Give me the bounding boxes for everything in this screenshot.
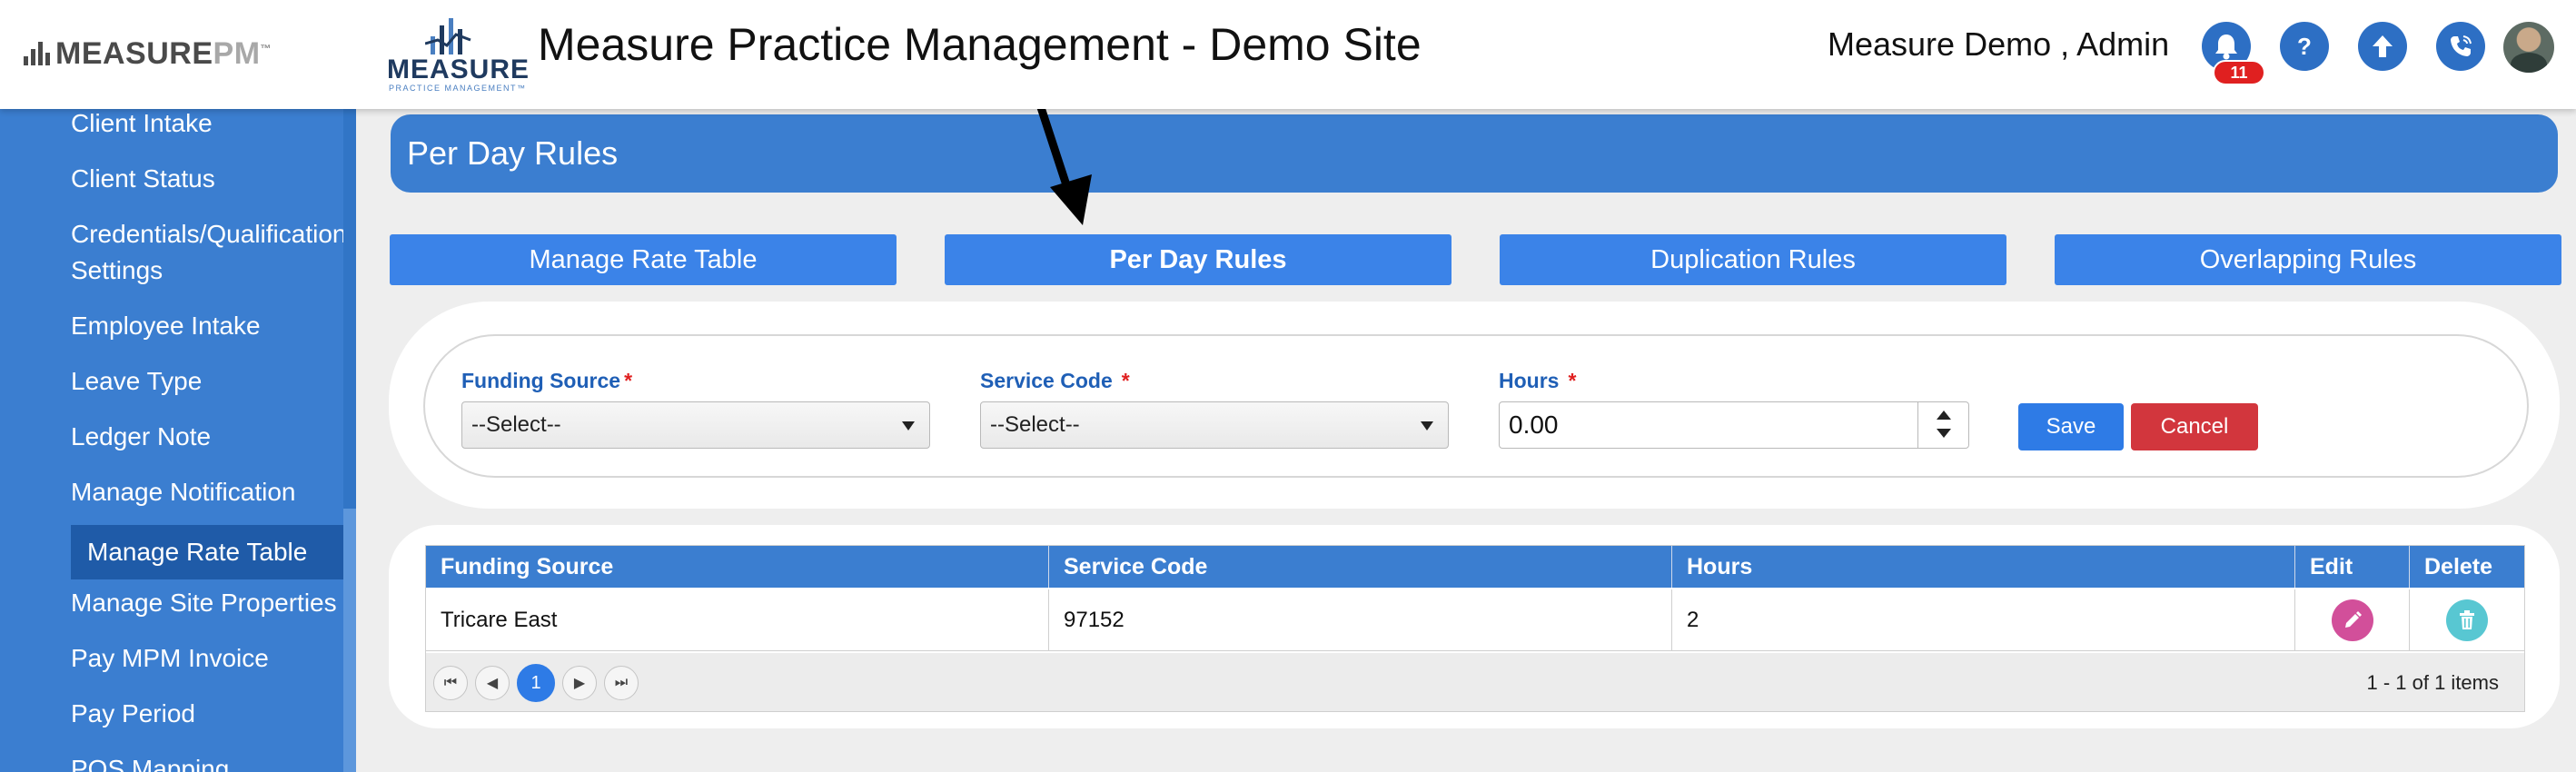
- sidebar-scrollbar-thumb[interactable]: [343, 509, 356, 772]
- sidebar-item-manage-rate-table[interactable]: Manage Rate Table: [71, 525, 343, 579]
- table-row[interactable]: Tricare East 97152 2: [426, 589, 2524, 651]
- save-button[interactable]: Save: [2018, 403, 2124, 450]
- cell-service-code: 97152: [1049, 589, 1672, 651]
- measure-logo: MEASURE PRACTICE MANAGEMENT™: [381, 13, 530, 94]
- app-title: Measure Practice Management - Demo Site: [538, 19, 1422, 70]
- service-code-label: Service Code *: [980, 369, 1130, 392]
- sidebar-scrollbar[interactable]: [343, 109, 356, 772]
- chevron-down-icon: [1421, 421, 1433, 431]
- column-header-delete: Delete: [2424, 553, 2493, 579]
- cell-hours: 2: [1672, 589, 2295, 651]
- last-page-icon[interactable]: ⏭: [604, 666, 639, 700]
- help-icon[interactable]: ?: [2280, 22, 2329, 71]
- column-header-hours[interactable]: Hours: [1672, 546, 2295, 588]
- tab-overlapping-rules[interactable]: Overlapping Rules: [2055, 234, 2561, 285]
- sidebar-item-client-status[interactable]: Client Status: [71, 161, 215, 198]
- cancel-button[interactable]: Cancel: [2131, 403, 2258, 450]
- brand-name: MEASUREPM™: [55, 35, 272, 71]
- tab-manage-rate-table[interactable]: Manage Rate Table: [390, 234, 897, 285]
- service-code-select[interactable]: --Select--: [980, 401, 1449, 449]
- phone-icon[interactable]: [2436, 22, 2485, 71]
- help-glyph: ?: [2297, 32, 2312, 60]
- prev-page-icon[interactable]: ◀: [475, 666, 510, 700]
- chevron-up-icon[interactable]: [1937, 411, 1951, 420]
- tab-per-day-rules[interactable]: Per Day Rules: [945, 234, 1451, 285]
- tab-duplication-rules[interactable]: Duplication Rules: [1500, 234, 2006, 285]
- chevron-down-icon: [902, 421, 915, 431]
- sidebar-item-leave-type[interactable]: Leave Type: [71, 363, 202, 401]
- service-code-value: --Select--: [990, 412, 1080, 437]
- required-mark: *: [624, 369, 633, 392]
- page-number-current[interactable]: 1: [517, 664, 555, 702]
- column-header-edit: Edit: [2295, 546, 2410, 588]
- upload-icon[interactable]: [2358, 22, 2407, 71]
- cell-delete: [2410, 589, 2524, 651]
- page-title: Per Day Rules: [391, 114, 2558, 193]
- sidebar-item-credentials-qualification[interactable]: Credentials/Qualification: [71, 216, 347, 253]
- trash-icon[interactable]: [2446, 599, 2488, 641]
- funding-source-value: --Select--: [471, 412, 561, 437]
- sidebar-item-pay-mpm-invoice[interactable]: Pay MPM Invoice: [71, 640, 269, 678]
- next-page-icon[interactable]: ▶: [562, 666, 597, 700]
- sidebar-item-manage-site-properties[interactable]: Manage Site Properties: [71, 585, 337, 622]
- hours-stepper[interactable]: [1917, 402, 1968, 448]
- sidebar-item-pos-mapping[interactable]: POS Mapping: [71, 751, 229, 772]
- top-header: MEASUREPM™ MEASURE PRACTICE MANAGEMENT™ …: [0, 0, 2576, 109]
- column-header-service-code[interactable]: Service Code: [1049, 546, 1672, 588]
- funding-source-label: Funding Source *: [461, 369, 633, 392]
- required-mark: *: [1121, 369, 1130, 392]
- column-header-funding-source[interactable]: Funding Source: [426, 546, 1049, 588]
- annotation-arrow-icon: [1031, 87, 1092, 225]
- sidebar-item-client-intake[interactable]: Client Intake: [71, 109, 213, 143]
- sidebar-item-manage-notification[interactable]: Manage Notification: [71, 474, 295, 511]
- sidebar-item-ledger-note[interactable]: Ledger Note: [71, 419, 211, 456]
- funding-source-select[interactable]: --Select--: [461, 401, 930, 449]
- pager-info: 1 - 1 of 1 items: [2366, 671, 2499, 694]
- user-name[interactable]: Measure Demo , Admin: [1828, 25, 2169, 64]
- sidebar-item-pay-period[interactable]: Pay Period: [71, 696, 195, 733]
- hours-label: Hours *: [1499, 369, 1577, 392]
- brand-logo[interactable]: MEASUREPM™: [24, 33, 272, 74]
- hours-input[interactable]: 0.00: [1499, 401, 1969, 449]
- cell-edit: [2295, 589, 2410, 651]
- cell-funding-source: Tricare East: [426, 589, 1049, 651]
- sidebar: Client Intake Client Status Credentials/…: [0, 109, 356, 772]
- logo-subtitle: PRACTICE MANAGEMENT™: [389, 84, 527, 93]
- sidebar-item-employee-intake[interactable]: Employee Intake: [71, 308, 261, 345]
- rules-grid: Funding Source Service Code Hours Edit D…: [425, 545, 2525, 712]
- avatar[interactable]: [2503, 22, 2554, 73]
- first-page-icon[interactable]: ⏮: [433, 666, 468, 700]
- grid-header: Funding Source Service Code Hours Edit D…: [426, 546, 2524, 588]
- brand-bars-icon: [24, 42, 50, 65]
- logo-bars-icon: [425, 18, 471, 54]
- notification-count-badge: 11: [2213, 60, 2265, 85]
- sidebar-item-settings[interactable]: Settings: [71, 252, 163, 290]
- required-mark: *: [1568, 369, 1577, 392]
- pencil-icon[interactable]: [2331, 599, 2373, 641]
- logo-word: MEASURE: [387, 54, 530, 84]
- grid-pager: ⏮ ◀ 1 ▶ ⏭ 1 - 1 of 1 items: [426, 653, 2524, 711]
- hours-value: 0.00: [1509, 411, 1559, 439]
- chevron-down-icon[interactable]: [1937, 429, 1951, 438]
